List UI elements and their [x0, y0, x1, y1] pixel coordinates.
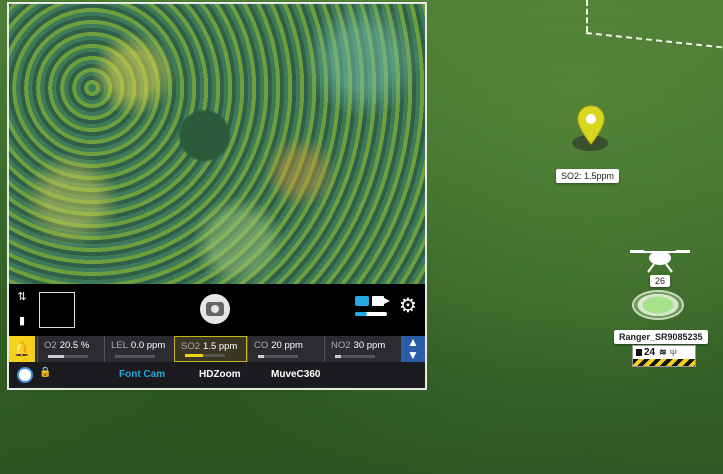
bookmark-icon[interactable]: ▮: [13, 312, 31, 330]
sensor-level-meter: [115, 355, 155, 358]
compass-icon[interactable]: [17, 367, 33, 383]
battery-icon: [636, 349, 642, 356]
sensor-level-meter: [335, 355, 375, 358]
mode-switch-track: [355, 312, 387, 316]
last-capture-thumbnail[interactable]: [39, 292, 75, 328]
drone-name: Ranger_SR9085235: [614, 330, 708, 344]
sensor-level-meter: [258, 355, 298, 358]
wifi-icon: ≋: [659, 347, 667, 357]
drone-altitude: 26: [650, 275, 671, 287]
camera-feed[interactable]: [9, 4, 425, 284]
drone-battery: 24: [644, 347, 656, 358]
sensor-level-meter: [48, 355, 88, 358]
drone-status-panel: 24 ≋ Ψ: [632, 345, 696, 367]
camera-shutter-button[interactable]: [200, 294, 230, 324]
tab-hdzoom[interactable]: HDZoom: [199, 369, 241, 380]
sensor-co[interactable]: CO 20 ppm: [247, 336, 324, 362]
sensor-level-meter: [185, 354, 225, 357]
capture-mode-toggle[interactable]: [352, 294, 392, 318]
sensor-so2[interactable]: SO2 1.5 ppm: [174, 336, 247, 362]
signal-icon: Ψ: [669, 347, 677, 358]
geofence-boundary: [586, 0, 588, 32]
sensor-readings: 🔔 O2 20.5 % LEL 0.0 ppm SO2 1.5 ppm CO 20 pp…: [9, 336, 425, 362]
tab-muvec360[interactable]: MuveC360: [271, 369, 320, 380]
sensor-scroll-button[interactable]: ▲ ▼: [401, 336, 425, 362]
alert-bell-icon[interactable]: 🔔: [9, 336, 35, 362]
sliders-icon[interactable]: ⇅: [13, 288, 31, 306]
tab-font-cam[interactable]: Font Cam: [119, 369, 165, 380]
camera-selector: 🔒 Font Cam HDZoom MuveC360: [9, 362, 425, 388]
sensor-o2[interactable]: O2 20.5 %: [37, 336, 104, 362]
camera-panel: ⇅ ▮ ⚙ 🔔 O2 20.5 % LEL 0.0 ppm SO2 1.5 ppm C…: [7, 2, 427, 390]
location-pin-icon[interactable]: [575, 104, 607, 152]
sensor-no2[interactable]: NO2 30 ppm: [324, 336, 401, 362]
camera-shutter-icon: [206, 302, 224, 316]
video-mode-icon: [372, 296, 390, 306]
drone-icon[interactable]: [628, 244, 692, 274]
gear-icon[interactable]: ⚙: [397, 295, 419, 317]
hazard-stripe: [633, 359, 695, 366]
drone-landing-pad: [632, 290, 684, 320]
camera-controls: ⇅ ▮ ⚙: [9, 284, 425, 336]
pin-label: SO2: 1.5ppm: [556, 169, 620, 183]
lock-icon[interactable]: 🔒: [39, 367, 51, 378]
sensor-lel[interactable]: LEL 0.0 ppm: [104, 336, 174, 362]
photo-mode-icon: [355, 296, 369, 306]
